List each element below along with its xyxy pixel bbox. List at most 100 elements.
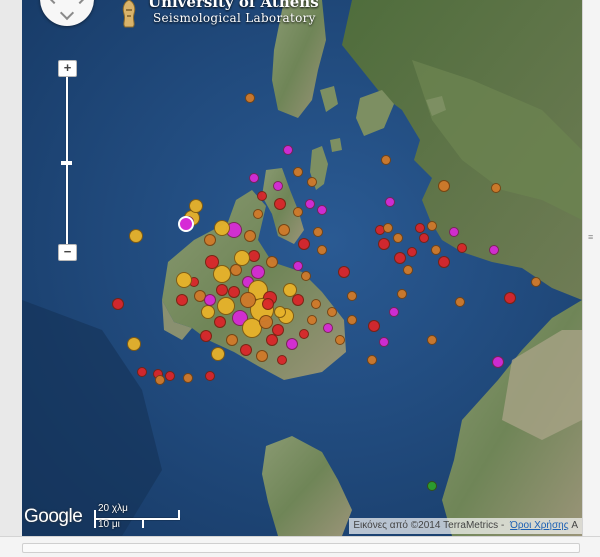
red-quake-marker[interactable] — [504, 292, 516, 304]
red-quake-marker[interactable] — [214, 316, 226, 328]
red-quake-marker[interactable] — [394, 252, 406, 264]
orange-quake-marker[interactable] — [226, 334, 238, 346]
red-quake-marker[interactable] — [112, 298, 124, 310]
magenta-quake-marker[interactable] — [283, 145, 293, 155]
orange-quake-marker[interactable] — [427, 221, 437, 231]
orange-quake-marker[interactable] — [259, 315, 273, 329]
orange-quake-marker[interactable] — [381, 155, 391, 165]
yellow-quake-marker[interactable] — [129, 229, 143, 243]
red-quake-marker[interactable] — [378, 238, 390, 250]
orange-quake-marker[interactable] — [393, 233, 403, 243]
red-quake-marker[interactable] — [200, 330, 212, 342]
orange-quake-marker[interactable] — [278, 224, 290, 236]
orange-quake-marker[interactable] — [397, 289, 407, 299]
yellow-quake-marker[interactable] — [189, 199, 203, 213]
orange-quake-marker[interactable] — [313, 227, 323, 237]
red-quake-marker[interactable] — [137, 367, 147, 377]
magenta-quake-marker[interactable] — [273, 181, 283, 191]
red-quake-marker[interactable] — [368, 320, 380, 332]
orange-quake-marker[interactable] — [293, 167, 303, 177]
orange-quake-marker[interactable] — [327, 307, 337, 317]
orange-quake-marker[interactable] — [427, 335, 437, 345]
magenta-quake-marker[interactable] — [293, 261, 303, 271]
orange-quake-marker[interactable] — [335, 335, 345, 345]
yellow-quake-marker[interactable] — [274, 306, 286, 318]
terms-of-use-link[interactable]: Όροι Χρήσης — [510, 520, 568, 531]
red-quake-marker[interactable] — [240, 344, 252, 356]
orange-quake-marker[interactable] — [307, 315, 317, 325]
orange-quake-marker[interactable] — [183, 373, 193, 383]
orange-quake-marker[interactable] — [307, 177, 317, 187]
orange-quake-marker[interactable] — [301, 271, 311, 281]
horizontal-scroll-thumb[interactable] — [22, 543, 580, 553]
orange-quake-marker[interactable] — [311, 299, 321, 309]
red-quake-marker[interactable] — [165, 371, 175, 381]
scrollbar-grip-icon[interactable]: ≡ — [588, 233, 595, 246]
orange-quake-marker[interactable] — [347, 315, 357, 325]
pan-down-icon[interactable] — [59, 5, 75, 21]
magenta-quake-marker[interactable] — [449, 227, 459, 237]
magenta-quake-marker[interactable] — [379, 337, 389, 347]
magenta-quake-marker[interactable] — [317, 205, 327, 215]
orange-quake-marker[interactable] — [244, 230, 256, 242]
orange-quake-marker[interactable] — [531, 277, 541, 287]
magenta-quake-marker[interactable] — [251, 265, 265, 279]
magenta-quake-marker[interactable] — [323, 323, 333, 333]
yellow-quake-marker[interactable] — [213, 265, 231, 283]
magenta-quake-marker[interactable] — [204, 294, 216, 306]
red-quake-marker[interactable] — [277, 355, 287, 365]
orange-quake-marker[interactable] — [253, 209, 263, 219]
orange-quake-marker[interactable] — [293, 207, 303, 217]
red-quake-marker[interactable] — [407, 247, 417, 257]
yellow-quake-marker[interactable] — [176, 272, 192, 288]
yellow-quake-marker[interactable] — [211, 347, 225, 361]
orange-quake-marker[interactable] — [403, 265, 413, 275]
orange-quake-marker[interactable] — [491, 183, 501, 193]
orange-quake-marker[interactable] — [256, 350, 268, 362]
magenta-quake-marker[interactable] — [385, 197, 395, 207]
red-quake-marker[interactable] — [338, 266, 350, 278]
red-quake-marker[interactable] — [419, 233, 429, 243]
yellow-quake-marker[interactable] — [127, 337, 141, 351]
red-quake-marker[interactable] — [274, 198, 286, 210]
orange-quake-marker[interactable] — [347, 291, 357, 301]
red-quake-marker[interactable] — [205, 371, 215, 381]
zoom-out-button[interactable]: − — [58, 244, 77, 261]
satellite-map[interactable]: + − University of Athens Seismological L… — [22, 0, 582, 536]
red-quake-marker[interactable] — [257, 191, 267, 201]
orange-quake-marker[interactable] — [317, 245, 327, 255]
orange-quake-marker[interactable] — [438, 180, 450, 192]
red-quake-marker[interactable] — [299, 329, 309, 339]
vertical-scrollbar[interactable]: ≡ — [582, 0, 600, 536]
orange-quake-marker[interactable] — [245, 93, 255, 103]
google-logo[interactable]: Google — [24, 506, 83, 528]
orange-quake-marker[interactable] — [204, 234, 216, 246]
orange-quake-marker[interactable] — [367, 355, 377, 365]
orange-quake-marker[interactable] — [266, 256, 278, 268]
red-quake-marker[interactable] — [216, 284, 228, 296]
orange-quake-marker[interactable] — [155, 375, 165, 385]
yellow-quake-marker[interactable] — [217, 297, 235, 315]
red-quake-marker[interactable] — [438, 256, 450, 268]
selected-quake-marker[interactable] — [178, 216, 194, 232]
red-quake-marker[interactable] — [262, 298, 274, 310]
red-quake-marker[interactable] — [266, 334, 278, 346]
yellow-quake-marker[interactable] — [283, 283, 297, 297]
magenta-quake-marker[interactable] — [305, 199, 315, 209]
magenta-quake-marker[interactable] — [286, 338, 298, 350]
pan-left-icon[interactable] — [46, 0, 62, 5]
red-quake-marker[interactable] — [176, 294, 188, 306]
red-quake-marker[interactable] — [415, 223, 425, 233]
yellow-quake-marker[interactable] — [201, 305, 215, 319]
magenta-quake-marker[interactable] — [489, 245, 499, 255]
orange-quake-marker[interactable] — [455, 297, 465, 307]
yellow-quake-marker[interactable] — [234, 250, 250, 266]
magenta-quake-marker[interactable] — [249, 173, 259, 183]
pan-right-icon[interactable] — [72, 0, 88, 5]
green-quake-marker[interactable] — [427, 481, 437, 491]
red-quake-marker[interactable] — [457, 243, 467, 253]
red-quake-marker[interactable] — [298, 238, 310, 250]
orange-quake-marker[interactable] — [431, 245, 441, 255]
horizontal-scrollbar[interactable] — [0, 536, 600, 557]
yellow-quake-marker[interactable] — [214, 220, 230, 236]
